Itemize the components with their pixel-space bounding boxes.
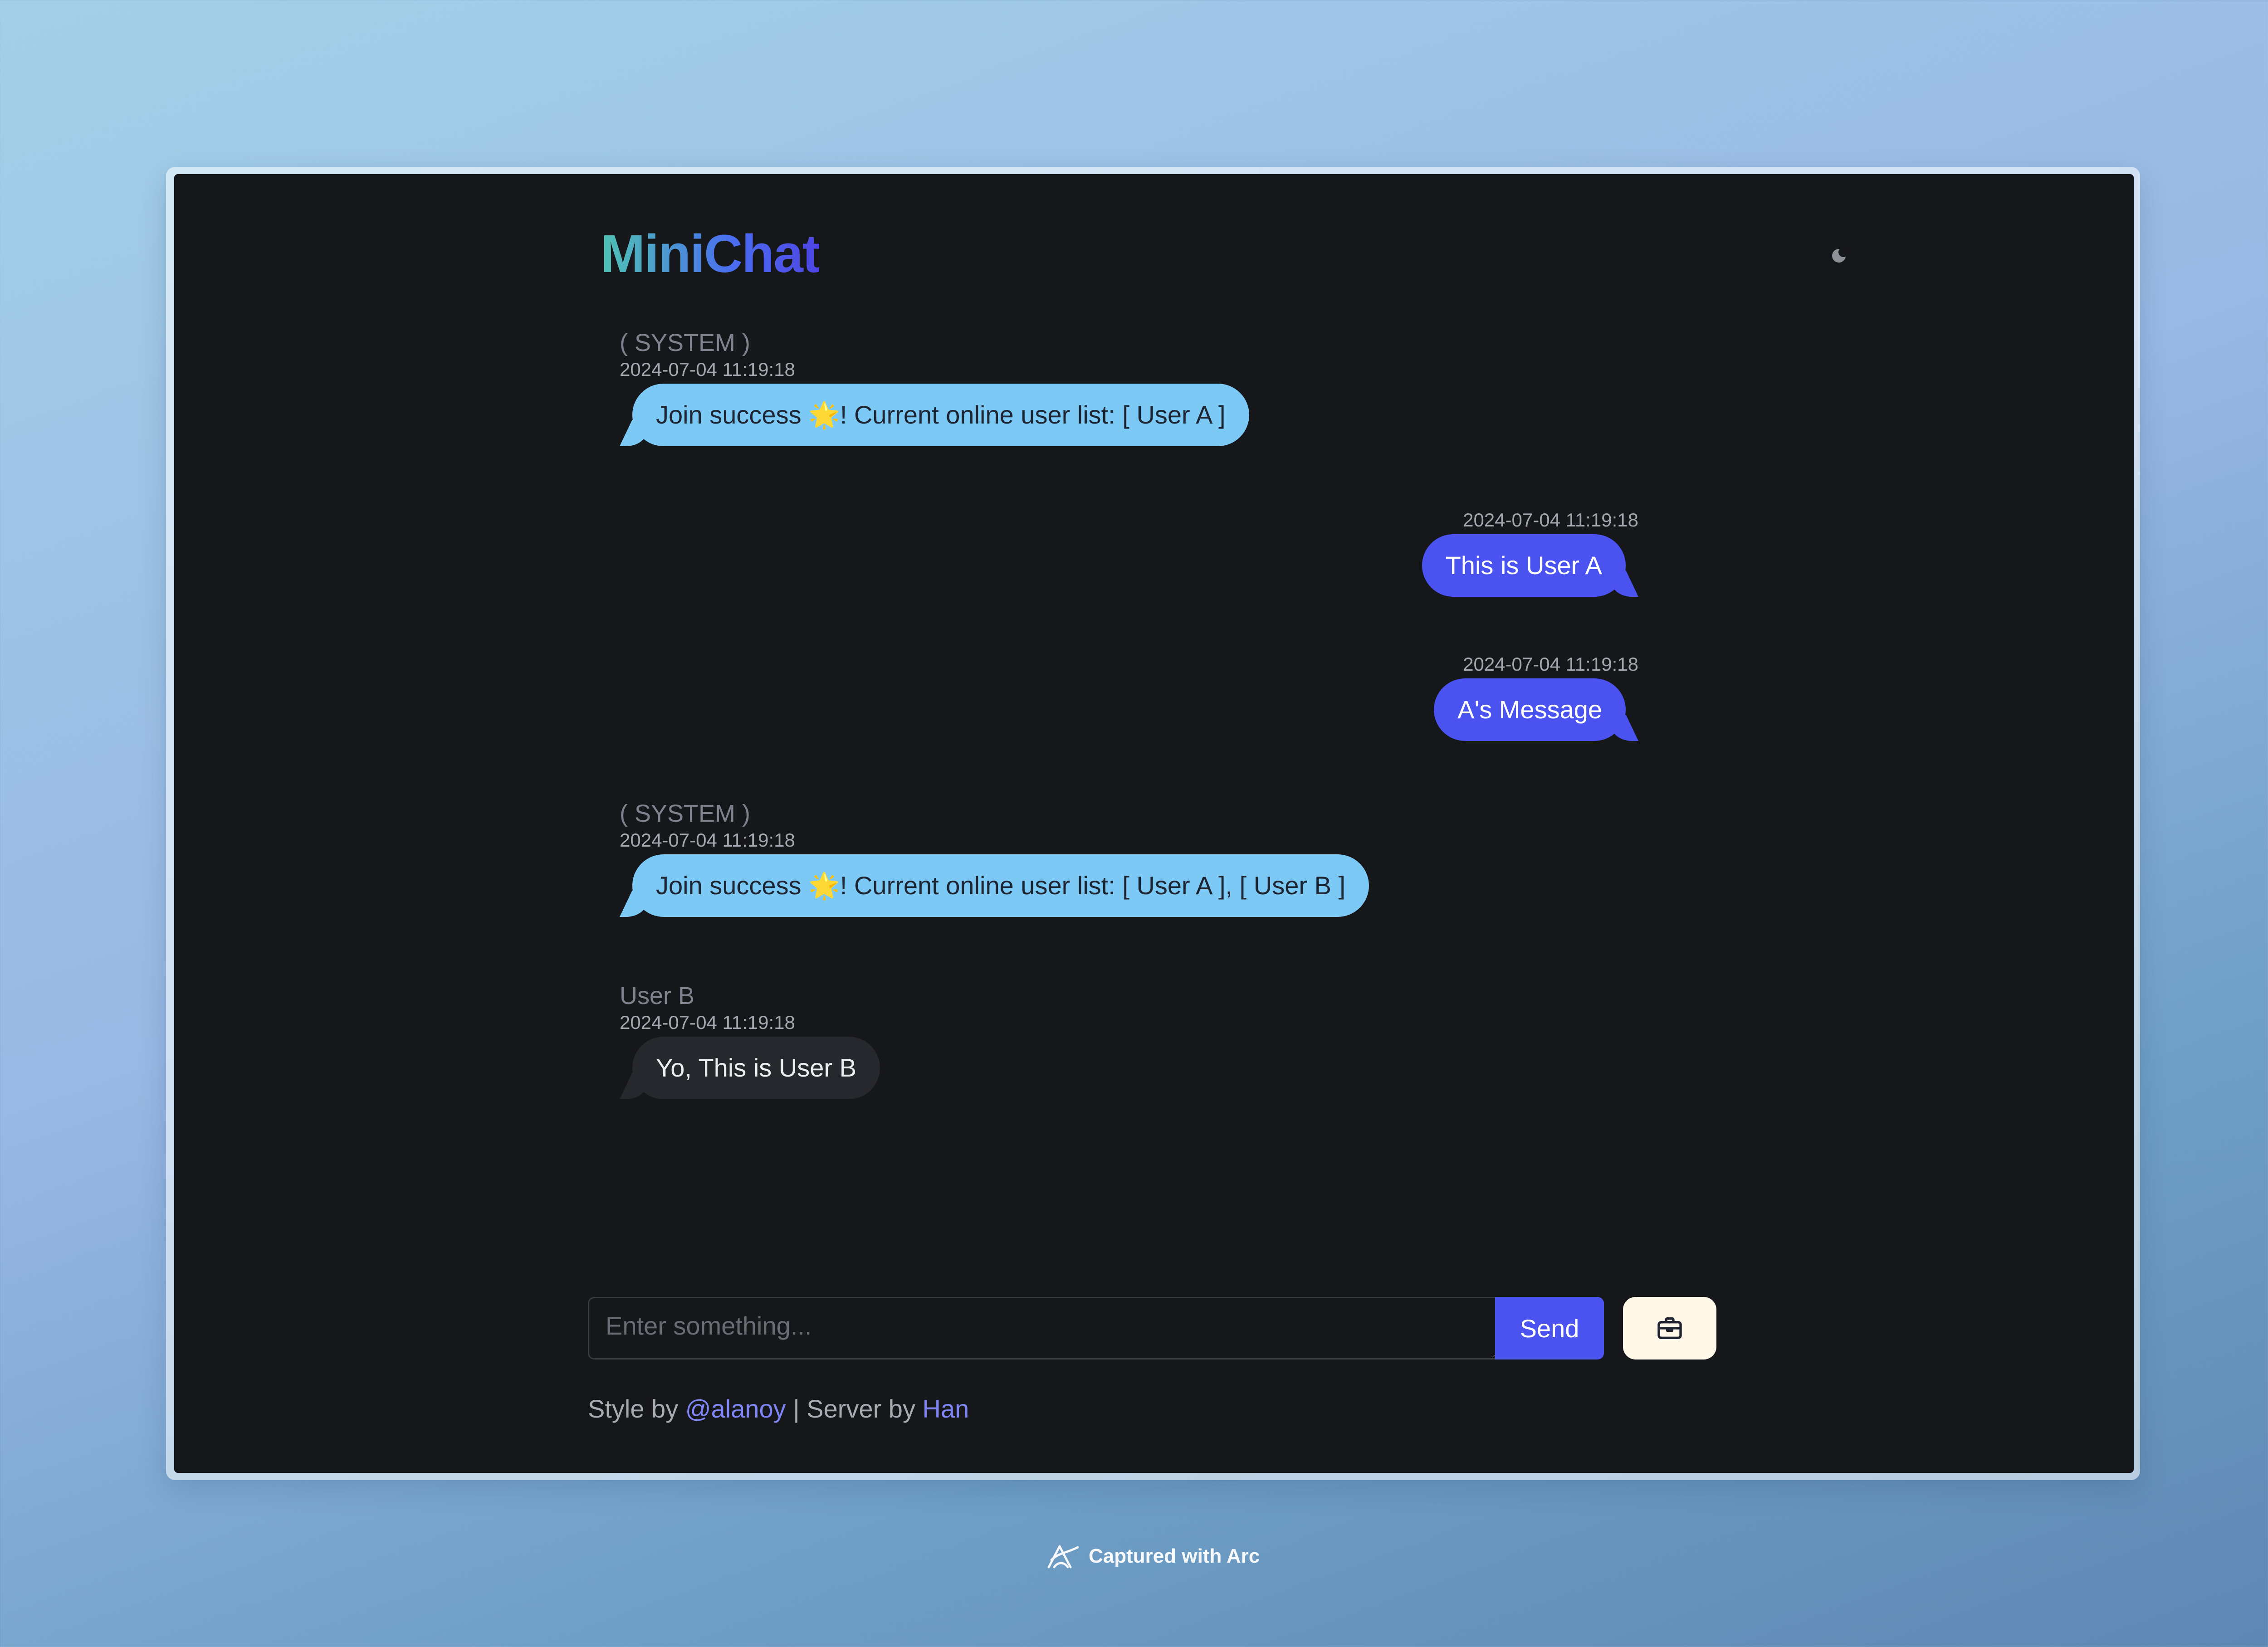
footer-credits: Style by @alanoy | Server by Han (588, 1394, 969, 1423)
app-window: MiniChat ( SYSTEM ) 2024-07-04 11:19:18 … (174, 174, 2134, 1473)
message-system-1: ( SYSTEM ) 2024-07-04 11:19:18 Join succ… (620, 328, 1249, 446)
message-self-1: 2024-07-04 11:19:18 This is User A (1422, 509, 1638, 597)
self-message-bubble: This is User A (1422, 534, 1626, 597)
toolbox-button[interactable] (1623, 1297, 1716, 1360)
message-system-2: ( SYSTEM ) 2024-07-04 11:19:18 Join succ… (620, 799, 1369, 917)
watermark-text: Captured with Arc (1089, 1545, 1260, 1567)
logo-part-mini: Mini (601, 224, 704, 284)
alanoy-link[interactable]: @alanoy (685, 1394, 786, 1423)
footer-style-prefix: Style by (588, 1394, 685, 1423)
message-text-continued: ! Current online user list: [ User A ] (840, 400, 1226, 429)
message-timestamp: 2024-07-04 11:19:18 (620, 359, 795, 380)
system-message-bubble: Join success 🌟! Current online user list… (632, 384, 1249, 446)
footer-separator: | Server by (786, 1394, 923, 1423)
message-timestamp: 2024-07-04 11:19:18 (1463, 509, 1638, 531)
message-input[interactable] (588, 1297, 1495, 1360)
other-message-bubble: Yo, This is User B (632, 1037, 880, 1099)
self-message-bubble: A's Message (1434, 678, 1626, 741)
star-emoji-icon: 🌟 (808, 871, 840, 900)
message-user-b: User B 2024-07-04 11:19:18 Yo, This is U… (620, 981, 880, 1099)
send-button[interactable]: Send (1495, 1297, 1604, 1360)
logo-part-chat: Chat (704, 224, 820, 284)
han-link[interactable]: Han (923, 1394, 969, 1423)
system-message-bubble: Join success 🌟! Current online user list… (632, 854, 1369, 917)
message-sender: ( SYSTEM ) (620, 329, 751, 356)
app-logo: MiniChat (601, 222, 819, 287)
message-text-continued: ! Current online user list: [ User A ], … (840, 871, 1346, 900)
message-timestamp: 2024-07-04 11:19:18 (620, 1012, 795, 1033)
star-emoji-icon: 🌟 (808, 400, 840, 429)
arc-watermark: Captured with Arc (1046, 1542, 1260, 1571)
message-text: Join success (656, 400, 809, 429)
message-sender: User B (620, 982, 695, 1009)
message-sender: ( SYSTEM ) (620, 800, 751, 827)
theme-toggle-button[interactable] (1825, 242, 1853, 269)
message-text: Join success (656, 871, 809, 900)
arc-icon (1047, 1545, 1079, 1569)
toolbox-icon (1657, 1317, 1682, 1339)
message-self-2: 2024-07-04 11:19:18 A's Message (1434, 653, 1638, 741)
message-timestamp: 2024-07-04 11:19:18 (620, 829, 795, 851)
composer: Send (588, 1297, 1720, 1360)
message-timestamp: 2024-07-04 11:19:18 (1463, 653, 1638, 675)
chat-container: MiniChat ( SYSTEM ) 2024-07-04 11:19:18 … (588, 174, 1848, 1473)
moon-icon (1832, 247, 1848, 263)
